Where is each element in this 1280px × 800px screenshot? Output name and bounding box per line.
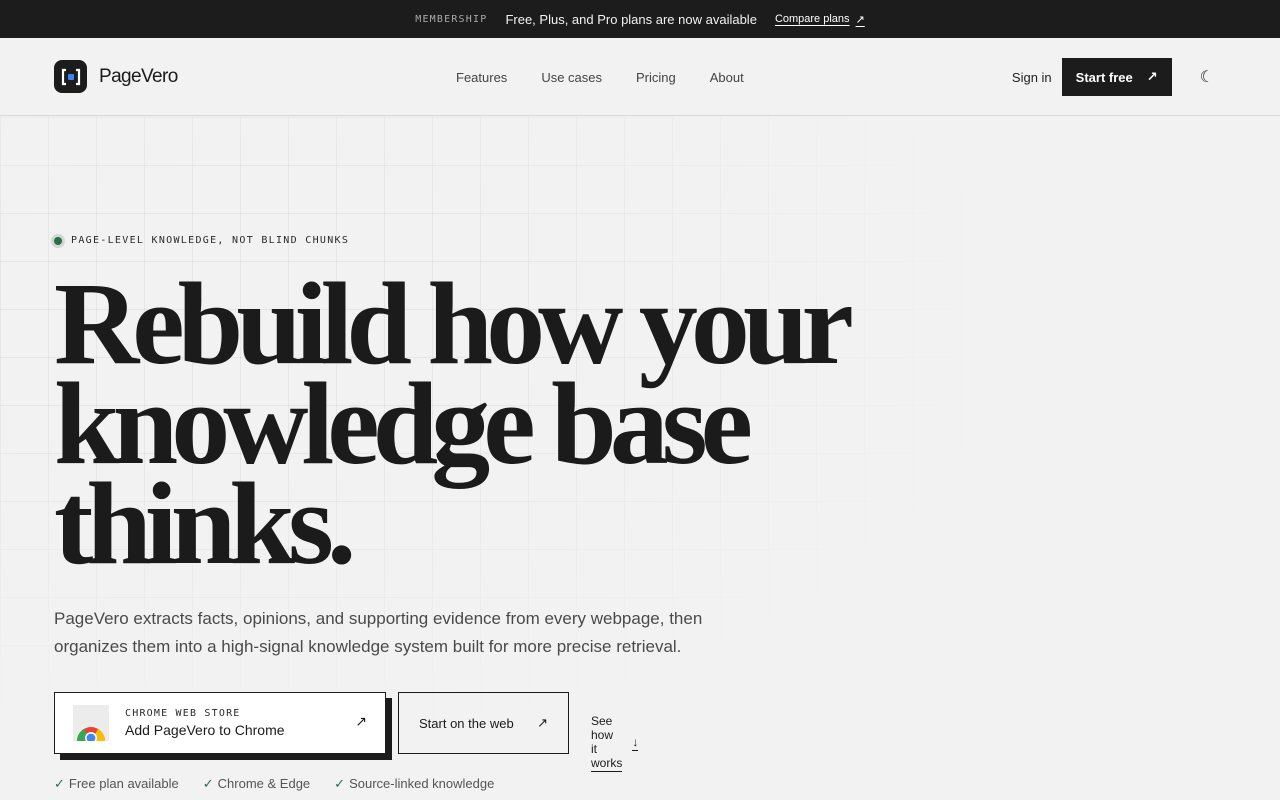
compare-plans-label: Compare plans xyxy=(774,13,850,25)
check-label: Free plan available xyxy=(68,776,179,791)
logo-icon xyxy=(54,60,87,93)
site-header: PageVero Features Use cases Pricing Abou… xyxy=(0,38,1280,116)
check-icon: ✓ xyxy=(334,776,346,791)
brand-name: PageVero xyxy=(99,65,178,87)
check-label: Source-linked knowledge xyxy=(349,776,495,791)
arrow-up-right-icon: ↗ xyxy=(355,713,367,729)
nav-link-use-cases[interactable]: Use cases xyxy=(541,70,602,85)
feature-checks: ✓ Free plan available ✓ Chrome & Edge ✓ Sou… xyxy=(54,776,494,792)
check-item: ✓ Chrome & Edge xyxy=(203,776,310,792)
chrome-store-tag: CHROME WEB STORE xyxy=(125,708,241,719)
chrome-icon xyxy=(73,705,109,744)
brand-logo[interactable]: PageVero xyxy=(54,60,178,93)
add-to-chrome-button[interactable]: CHROME WEB STORE Add PageVero to Chrome … xyxy=(54,692,386,754)
start-free-label: Start free xyxy=(1075,69,1133,85)
announcement-tag: MEMBERSHIP xyxy=(415,13,488,25)
hero-subtitle: PageVero extracts facts, opinions, and s… xyxy=(54,609,703,656)
check-item: ✓ Source-linked knowledge xyxy=(334,776,494,792)
nav-link-features[interactable]: Features xyxy=(456,70,507,85)
announcement-message: Free, Plus, and Pro plans are now availa… xyxy=(505,11,757,27)
check-icon: ✓ xyxy=(54,776,65,791)
arrow-up-right-icon: ↗ xyxy=(855,13,865,26)
theme-toggle-moon-icon[interactable]: ☾ xyxy=(1200,67,1214,87)
check-label: Chrome & Edge xyxy=(217,776,311,791)
arrow-up-right-icon: ↗ xyxy=(1146,69,1158,84)
status-dot-icon xyxy=(54,236,62,245)
headline-line-3: thinks. xyxy=(54,458,356,589)
check-icon: ✓ xyxy=(202,776,214,791)
main-nav: Features Use cases Pricing About xyxy=(456,38,744,116)
start-free-button[interactable]: Start free ↗ xyxy=(1061,58,1172,96)
hero-headline: Rebuild how your knowledge base thinks. xyxy=(54,265,874,589)
see-how-label: See how it works xyxy=(591,714,623,772)
check-item: ✓ Free plan available xyxy=(54,776,179,792)
hero-eyebrow: PAGE-LEVEL KNOWLEDGE, NOT BLIND CHUNKS xyxy=(54,235,349,246)
add-to-chrome-label: Add PageVero to Chrome xyxy=(125,722,285,738)
announcement-bar: MEMBERSHIP Free, Plus, and Pro plans are… xyxy=(0,0,1280,38)
compare-plans-link[interactable]: Compare plans ↗ xyxy=(775,13,865,26)
sign-in-link[interactable]: Sign in xyxy=(1012,70,1052,85)
arrow-up-right-icon: ↗ xyxy=(537,715,548,730)
nav-link-about[interactable]: About xyxy=(710,70,744,85)
start-on-web-label: Start on the web xyxy=(419,715,514,731)
header-actions: Sign in Start free ↗ ☾ xyxy=(1012,58,1214,96)
arrow-down-icon: ↓ xyxy=(632,735,639,751)
nav-link-pricing[interactable]: Pricing xyxy=(636,70,676,85)
start-on-web-button[interactable]: Start on the web ↗ xyxy=(398,692,569,754)
see-how-it-works-link[interactable]: See how it works ↓ xyxy=(591,714,639,772)
eyebrow-text: PAGE-LEVEL KNOWLEDGE, NOT BLIND CHUNKS xyxy=(71,235,350,246)
